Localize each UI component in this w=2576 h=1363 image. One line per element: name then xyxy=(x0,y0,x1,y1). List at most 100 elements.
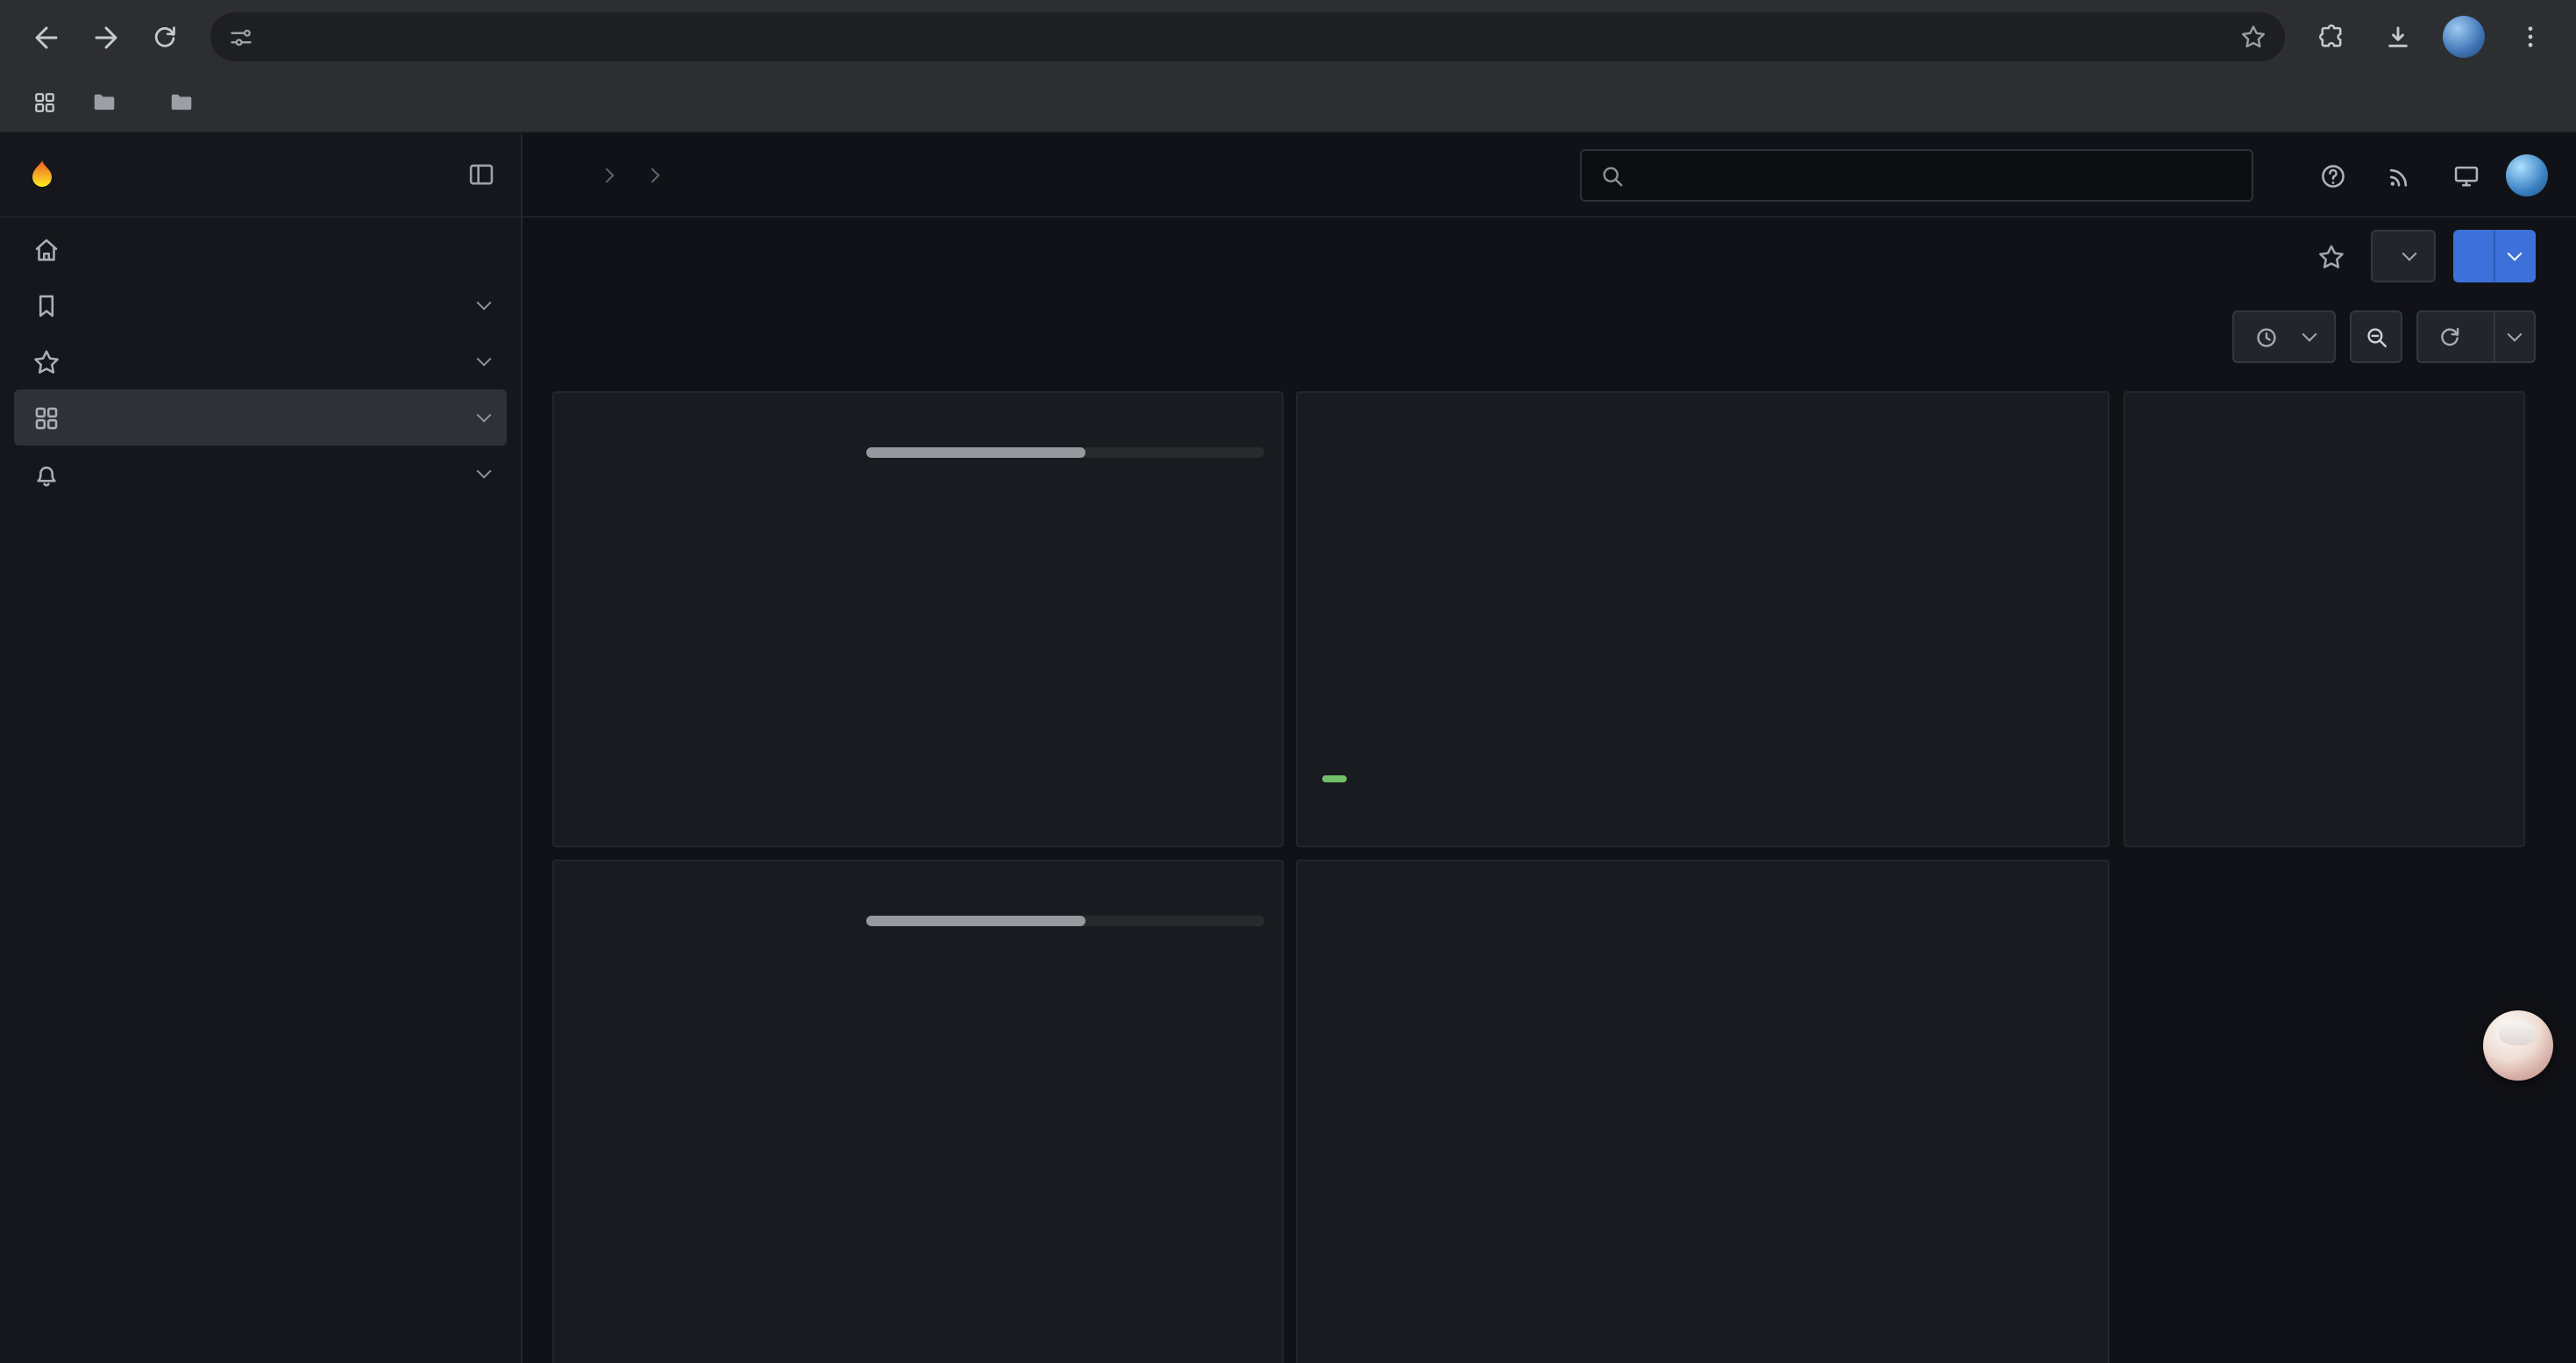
clock-icon xyxy=(2253,324,2280,350)
bookmark-star-button[interactable] xyxy=(2239,23,2267,51)
legend-wrap xyxy=(1759,886,2090,1328)
bookmark-item-freeleaps[interactable] xyxy=(77,82,144,123)
sidebar-header xyxy=(0,133,521,218)
time-controls xyxy=(2232,310,2536,363)
scrollbar-thumb[interactable] xyxy=(866,916,1085,926)
chevron-down-icon xyxy=(2402,246,2417,261)
panel-average-response-time xyxy=(552,860,1284,1363)
user-avatar[interactable] xyxy=(2506,154,2548,196)
floating-avatar[interactable] xyxy=(2483,1010,2553,1081)
sidebar-item-alerting[interactable] xyxy=(14,446,507,502)
sidebar-item-dashboards[interactable] xyxy=(14,389,507,446)
sidebar-toggle-button[interactable] xyxy=(466,160,496,189)
browser-menu-button[interactable] xyxy=(2502,9,2558,65)
site-settings-icon[interactable] xyxy=(228,24,254,50)
news-rss-button[interactable] xyxy=(2373,149,2425,202)
url-bar[interactable] xyxy=(210,12,2285,61)
panel-header[interactable] xyxy=(1298,393,2108,410)
legend-wrap xyxy=(866,417,1264,777)
refresh-icon xyxy=(2437,325,2462,349)
sidebar-item-starred[interactable] xyxy=(14,333,507,389)
folder-icon xyxy=(168,89,195,116)
app-header xyxy=(523,133,2576,218)
browser-actions xyxy=(2302,9,2558,65)
browser-toolbar xyxy=(0,0,2576,74)
reload-icon xyxy=(151,23,179,51)
search-box[interactable] xyxy=(1580,149,2253,202)
panel-total-requests xyxy=(552,391,1284,847)
header-icons xyxy=(2306,133,2548,218)
panel-errors-per-second xyxy=(2124,391,2525,847)
star-icon xyxy=(32,346,61,376)
panel-requests-under-100ms xyxy=(1296,860,2110,1363)
forward-button[interactable] xyxy=(77,9,133,65)
share-button[interactable] xyxy=(2453,230,2494,282)
download-icon xyxy=(2382,22,2412,52)
profile-avatar xyxy=(2443,16,2485,58)
chevron-down-icon[interactable] xyxy=(477,408,492,423)
panel-header[interactable] xyxy=(554,861,1282,879)
panel-request-per-minute xyxy=(1296,391,2110,847)
horizontal-scrollbar[interactable] xyxy=(866,447,1264,458)
horizontal-scrollbar[interactable] xyxy=(866,916,1264,926)
magnifier-minus-icon xyxy=(2363,324,2389,350)
share-menu-button[interactable] xyxy=(2494,230,2536,282)
arrow-right-icon xyxy=(90,22,120,52)
apps-grid-button[interactable] xyxy=(21,80,67,125)
breadcrumb xyxy=(584,169,675,180)
sidebar-item-home[interactable] xyxy=(14,221,507,277)
chart-legend[interactable] xyxy=(1322,758,2083,800)
no-data-message xyxy=(2143,417,2506,786)
search-input[interactable] xyxy=(1640,161,2220,190)
panel-header[interactable] xyxy=(554,393,1282,410)
screen xyxy=(0,0,2576,1363)
chevron-right-icon xyxy=(600,168,615,182)
chevron-down-icon xyxy=(2302,327,2317,342)
refresh-interval-button[interactable] xyxy=(2494,310,2536,363)
bookmark-icon xyxy=(32,290,61,320)
arrow-left-icon xyxy=(31,22,60,52)
scrollbar-thumb[interactable] xyxy=(866,447,1085,458)
reload-button[interactable] xyxy=(137,9,193,65)
home-icon xyxy=(32,234,61,264)
share-split-button xyxy=(2453,230,2536,282)
panel-header[interactable] xyxy=(1298,861,2108,879)
time-range-button[interactable] xyxy=(2232,310,2336,363)
downloads-button[interactable] xyxy=(2369,9,2425,65)
chevron-down-icon[interactable] xyxy=(477,464,492,479)
puzzle-icon xyxy=(2316,22,2345,52)
kebab-menu-icon xyxy=(2516,23,2544,51)
panel-header[interactable] xyxy=(2125,393,2523,410)
chevron-down-icon xyxy=(2508,327,2523,342)
bar-chart[interactable] xyxy=(1322,417,2087,754)
zoom-out-button[interactable] xyxy=(2350,310,2402,363)
back-button[interactable] xyxy=(18,9,74,65)
favorite-star-button[interactable] xyxy=(2309,234,2353,278)
extensions-button[interactable] xyxy=(2302,9,2359,65)
grafana-app xyxy=(0,133,2576,1363)
sidebar-item-bookmarks[interactable] xyxy=(14,277,507,333)
profile-button[interactable] xyxy=(2436,9,2492,65)
refresh-split-button xyxy=(2416,310,2536,363)
help-button[interactable] xyxy=(2306,149,2359,202)
timeseries-chart[interactable] xyxy=(572,886,852,1328)
bookmarks-bar xyxy=(0,74,2576,133)
dashboards-grid-icon xyxy=(32,403,61,432)
chevron-down-icon[interactable] xyxy=(477,296,492,310)
bar-chart[interactable] xyxy=(1315,886,1745,1328)
main-area xyxy=(523,133,2576,1363)
bell-icon xyxy=(32,459,61,489)
bookmark-item-blog[interactable] xyxy=(154,82,221,123)
refresh-button[interactable] xyxy=(2416,310,2494,363)
search-icon xyxy=(1599,162,1626,189)
legend-wrap xyxy=(866,886,1264,1328)
export-button[interactable] xyxy=(2371,230,2436,282)
folder-icon xyxy=(91,89,117,116)
grafana-logo[interactable] xyxy=(25,157,60,192)
apps-grid-icon xyxy=(31,89,57,116)
chevron-right-icon xyxy=(645,168,660,182)
legend-series-dash xyxy=(1322,775,1347,782)
monitor-button[interactable] xyxy=(2439,149,2492,202)
chevron-down-icon[interactable] xyxy=(477,352,492,367)
timeseries-chart[interactable] xyxy=(572,417,852,777)
